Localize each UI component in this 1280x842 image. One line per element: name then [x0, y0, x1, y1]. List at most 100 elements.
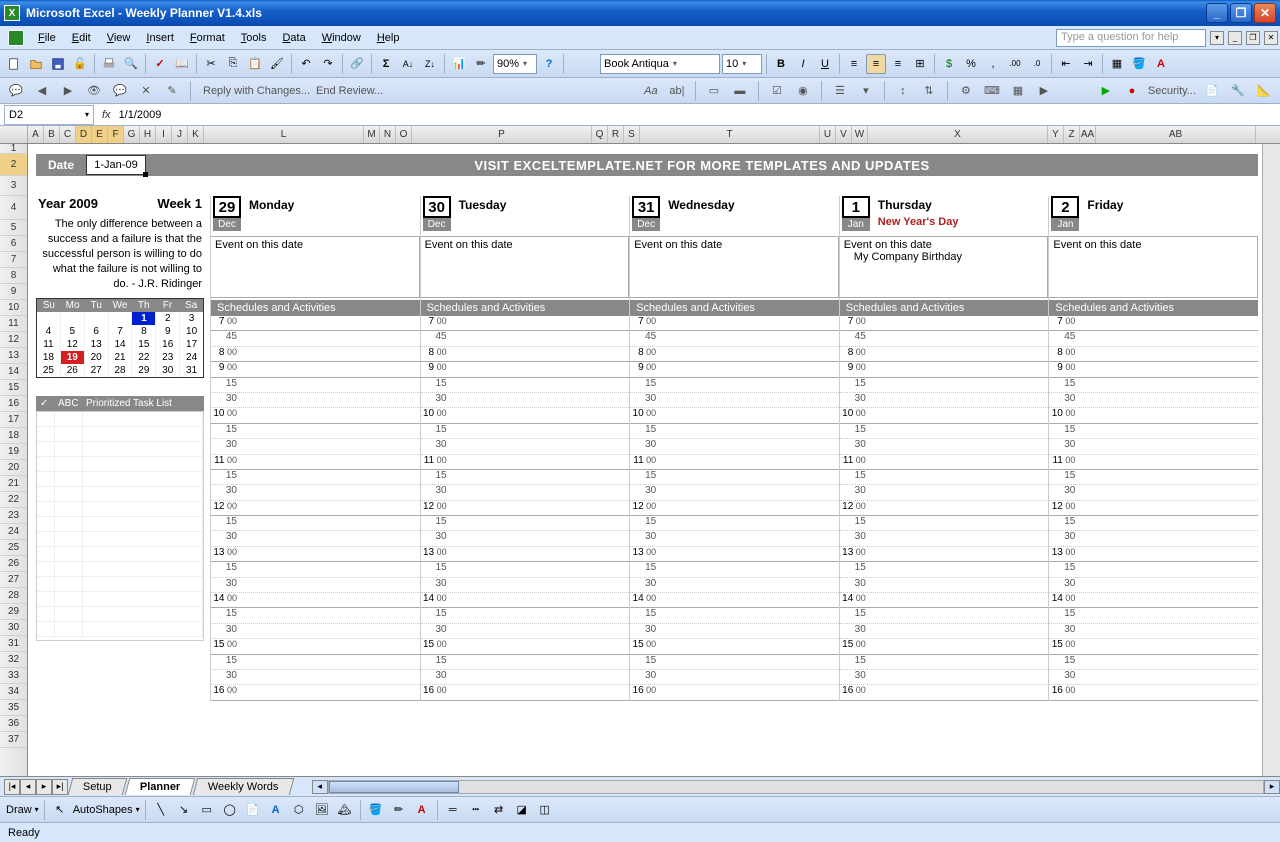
- select-objects-button[interactable]: ↖: [50, 800, 70, 820]
- autosum-button[interactable]: Σ: [376, 54, 396, 74]
- menu-data[interactable]: Data: [274, 30, 313, 46]
- draw-menu[interactable]: Draw: [6, 804, 32, 816]
- align-center-button[interactable]: ≡: [866, 54, 886, 74]
- font-size-combo[interactable]: 10▾: [722, 54, 762, 74]
- textbox-button[interactable]: 📄: [243, 800, 263, 820]
- help-dropdown[interactable]: ▾: [1210, 31, 1224, 45]
- copy-button[interactable]: ⎘: [223, 54, 243, 74]
- delete-comment-button[interactable]: ✕: [136, 81, 156, 101]
- row-header[interactable]: 1: [0, 144, 27, 154]
- row-header[interactable]: 23: [0, 508, 27, 524]
- reply-changes-button[interactable]: Reply with Changes...: [203, 85, 310, 97]
- row-header[interactable]: 28: [0, 588, 27, 604]
- design-mode-button[interactable]: 📐: [1254, 81, 1274, 101]
- menu-view[interactable]: View: [99, 30, 139, 46]
- undo-button[interactable]: ↶: [296, 54, 316, 74]
- format-painter-button[interactable]: 🖌: [267, 54, 287, 74]
- line-color-button[interactable]: ✏: [389, 800, 409, 820]
- column-header[interactable]: K: [188, 126, 204, 143]
- column-header[interactable]: E: [92, 126, 108, 143]
- row-header[interactable]: 30: [0, 620, 27, 636]
- font-combo[interactable]: Book Antiqua▾: [600, 54, 720, 74]
- borders-button[interactable]: ▦: [1107, 54, 1127, 74]
- underline-button[interactable]: U: [815, 54, 835, 74]
- column-header[interactable]: Q: [592, 126, 608, 143]
- column-header[interactable]: I: [156, 126, 172, 143]
- column-header[interactable]: A: [28, 126, 44, 143]
- increase-indent-button[interactable]: ⇥: [1078, 54, 1098, 74]
- row-header[interactable]: 20: [0, 460, 27, 476]
- forms-option-button[interactable]: ◉: [793, 81, 813, 101]
- formula-input[interactable]: 1/1/2009: [119, 109, 162, 121]
- row-header[interactable]: 9: [0, 284, 27, 300]
- menu-format[interactable]: Format: [182, 30, 233, 46]
- oval-button[interactable]: ◯: [220, 800, 240, 820]
- column-header[interactable]: R: [608, 126, 624, 143]
- worksheet-grid[interactable]: 1234567891011121314151617181920212223242…: [0, 144, 1280, 776]
- row-header[interactable]: 13: [0, 348, 27, 364]
- forms-scrollbar-button[interactable]: ↕: [893, 81, 913, 101]
- column-header[interactable]: Z: [1064, 126, 1080, 143]
- column-header[interactable]: V: [836, 126, 852, 143]
- row-header[interactable]: 12: [0, 332, 27, 348]
- scroll-thumb[interactable]: [329, 781, 459, 793]
- cut-button[interactable]: ✂: [201, 54, 221, 74]
- sheet-content[interactable]: Date 1-Jan-09 VISIT EXCELTEMPLATE.NET FO…: [28, 144, 1262, 776]
- row-header[interactable]: 3: [0, 176, 27, 196]
- menu-tools[interactable]: Tools: [233, 30, 275, 46]
- forms-label-button[interactable]: Aa: [641, 81, 661, 101]
- app-menu-icon[interactable]: [8, 30, 24, 46]
- column-header[interactable]: G: [124, 126, 140, 143]
- prev-comment-button[interactable]: ◀: [32, 81, 52, 101]
- sheet-tab-planner[interactable]: Planner: [124, 778, 195, 795]
- control-toolbox-button[interactable]: 🔧: [1228, 81, 1248, 101]
- forms-edit-button[interactable]: ab|: [667, 81, 687, 101]
- diagram-button[interactable]: ⬡: [289, 800, 309, 820]
- decrease-indent-button[interactable]: ⇤: [1056, 54, 1076, 74]
- end-review-button[interactable]: End Review...: [316, 85, 383, 97]
- column-header[interactable]: AA: [1080, 126, 1096, 143]
- forms-grid-button[interactable]: ▦: [1008, 81, 1028, 101]
- help-search-input[interactable]: Type a question for help: [1056, 29, 1206, 47]
- row-header[interactable]: 18: [0, 428, 27, 444]
- align-left-button[interactable]: ≡: [844, 54, 864, 74]
- row-header[interactable]: 21: [0, 476, 27, 492]
- new-button[interactable]: [4, 54, 24, 74]
- clipart-button[interactable]: 🖼: [312, 800, 332, 820]
- forms-list-button[interactable]: ☰: [830, 81, 850, 101]
- event-box[interactable]: Event on this date: [211, 236, 420, 298]
- row-header[interactable]: 31: [0, 636, 27, 652]
- line-button[interactable]: ╲: [151, 800, 171, 820]
- permission-button[interactable]: 🔓: [70, 54, 90, 74]
- row-header[interactable]: 34: [0, 684, 27, 700]
- sheet-tab-weekly-words[interactable]: Weekly Words: [193, 778, 294, 795]
- row-header[interactable]: 6: [0, 236, 27, 252]
- bold-button[interactable]: B: [771, 54, 791, 74]
- column-header[interactable]: C: [60, 126, 76, 143]
- column-header[interactable]: N: [380, 126, 396, 143]
- row-header[interactable]: 35: [0, 700, 27, 716]
- italic-button[interactable]: I: [793, 54, 813, 74]
- row-header[interactable]: 17: [0, 412, 27, 428]
- spelling-button[interactable]: ✓: [150, 54, 170, 74]
- event-box[interactable]: Event on this date: [421, 236, 630, 298]
- show-comment-button[interactable]: 👁: [84, 81, 104, 101]
- event-box[interactable]: Event on this date: [630, 236, 839, 298]
- save-button[interactable]: [48, 54, 68, 74]
- doc-restore-button[interactable]: ❐: [1246, 31, 1260, 45]
- zoom-combo[interactable]: 90%▾: [493, 54, 537, 74]
- print-button[interactable]: [99, 54, 119, 74]
- forms-combo-button[interactable]: ▾: [856, 81, 876, 101]
- forms-button-button[interactable]: ▬: [730, 81, 750, 101]
- sort-asc-button[interactable]: A↓: [398, 54, 418, 74]
- tab-nav-next[interactable]: ▸: [36, 779, 52, 795]
- column-header[interactable]: M: [364, 126, 380, 143]
- column-header[interactable]: U: [820, 126, 836, 143]
- row-header[interactable]: 7: [0, 252, 27, 268]
- next-comment-button[interactable]: ▶: [58, 81, 78, 101]
- wordart-button[interactable]: A: [266, 800, 286, 820]
- date-cell-selected[interactable]: 1-Jan-09: [86, 155, 146, 175]
- row-header[interactable]: 33: [0, 668, 27, 684]
- event-box[interactable]: Event on this date My Company Birthday: [840, 236, 1049, 298]
- security-button[interactable]: Security...: [1148, 85, 1196, 97]
